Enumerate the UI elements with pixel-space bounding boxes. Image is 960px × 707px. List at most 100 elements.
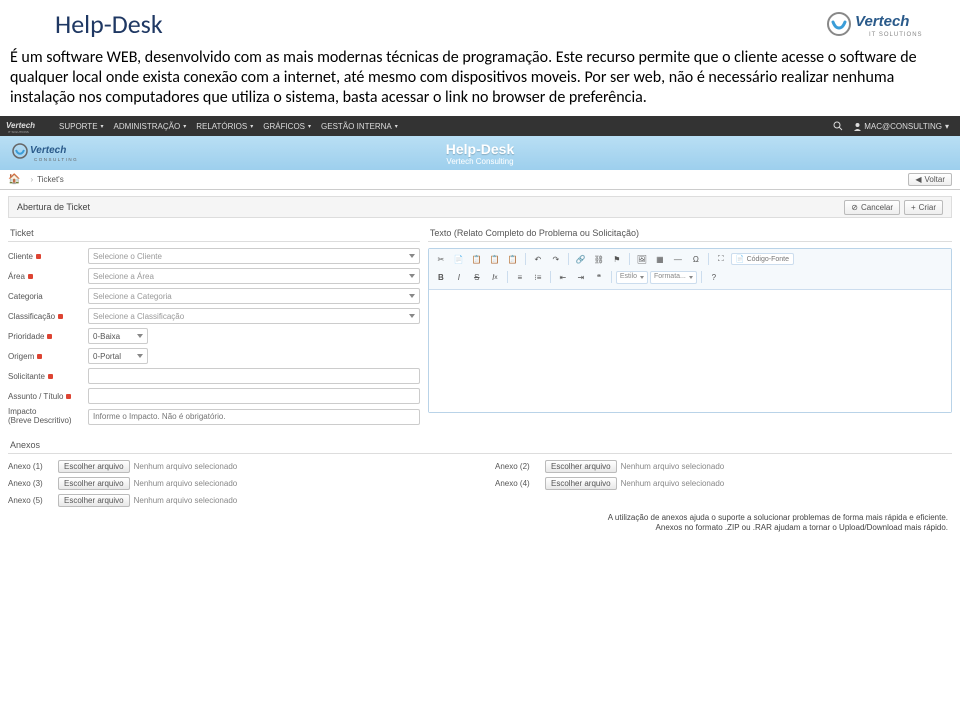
maximize-icon[interactable]: ⛶ bbox=[713, 252, 729, 266]
user-menu[interactable]: MAC@CONSULTING▾ bbox=[848, 122, 954, 131]
anexo-4-file-button[interactable]: Escolher arquivo bbox=[545, 477, 617, 490]
quote-icon[interactable]: ❝ bbox=[591, 270, 607, 284]
outdent-icon[interactable]: ⇤ bbox=[555, 270, 571, 284]
svg-text:Vertech: Vertech bbox=[6, 121, 35, 130]
anexo-3-label: Anexo (3) bbox=[8, 479, 58, 488]
required-icon bbox=[66, 394, 71, 399]
required-icon bbox=[47, 334, 52, 339]
voltar-button[interactable]: ◀Voltar bbox=[908, 173, 952, 186]
hr-icon[interactable]: — bbox=[670, 252, 686, 266]
prioridade-select[interactable]: 0-Baixa bbox=[88, 328, 148, 344]
indent-icon[interactable]: ⇥ bbox=[573, 270, 589, 284]
svg-text:IT SOLUTIONS: IT SOLUTIONS bbox=[8, 130, 29, 133]
required-icon bbox=[58, 314, 63, 319]
page-description: É um software WEB, desenvolvido com as m… bbox=[0, 44, 960, 116]
svg-text:CONSULTING: CONSULTING bbox=[34, 157, 78, 162]
anexo-2-status: Nenhum arquivo selecionado bbox=[621, 462, 725, 471]
criar-button[interactable]: +Criar bbox=[904, 200, 943, 215]
required-icon bbox=[36, 254, 41, 259]
editor-toolbar: ✂ 📄 📋 📋 📋 ↶ ↷ 🔗 ⛓ ⚑ 🖼 ▦ — Ω bbox=[429, 249, 951, 290]
anexo-1-file-button[interactable]: Escolher arquivo bbox=[58, 460, 130, 473]
table-icon[interactable]: ▦ bbox=[652, 252, 668, 266]
assunto-input[interactable] bbox=[88, 388, 420, 404]
anchor-icon[interactable]: ⚑ bbox=[609, 252, 625, 266]
impacto-input[interactable] bbox=[88, 409, 420, 425]
cut-icon[interactable]: ✂ bbox=[433, 252, 449, 266]
required-icon bbox=[28, 274, 33, 279]
anexo-5-label: Anexo (5) bbox=[8, 496, 58, 505]
app-banner: VertechCONSULTING Help-Desk Vertech Cons… bbox=[0, 136, 960, 170]
anexo-row-3: Anexo (3) Escolher arquivo Nenhum arquiv… bbox=[8, 477, 465, 490]
strike-icon[interactable]: S bbox=[469, 270, 485, 284]
editor-textarea[interactable] bbox=[429, 290, 951, 412]
remove-format-icon[interactable]: Ix bbox=[487, 270, 503, 284]
anexo-4-label: Anexo (4) bbox=[495, 479, 545, 488]
anexo-5-file-button[interactable]: Escolher arquivo bbox=[58, 494, 130, 507]
nav-graficos[interactable]: GRÁFICOS▾ bbox=[258, 116, 316, 136]
italic-icon[interactable]: I bbox=[451, 270, 467, 284]
required-icon bbox=[37, 354, 42, 359]
anexo-2-file-button[interactable]: Escolher arquivo bbox=[545, 460, 617, 473]
anexo-4-status: Nenhum arquivo selecionado bbox=[621, 479, 725, 488]
nav-administracao[interactable]: ADMINISTRAÇÃO▾ bbox=[109, 116, 192, 136]
classificacao-label: Classificação bbox=[8, 312, 88, 321]
paste-word-icon[interactable]: 📋 bbox=[505, 252, 521, 266]
categoria-label: Categoria bbox=[8, 292, 88, 301]
paste-text-icon[interactable]: 📋 bbox=[487, 252, 503, 266]
search-icon[interactable] bbox=[828, 121, 848, 131]
format-select[interactable]: Formata... bbox=[650, 271, 697, 284]
anexos-subhead: Anexos bbox=[8, 436, 952, 454]
categoria-select[interactable]: Selecione a Categoria bbox=[88, 288, 420, 304]
source-button[interactable]: 📄Código-Fonte bbox=[731, 253, 794, 265]
anexo-row-2: Anexo (2) Escolher arquivo Nenhum arquiv… bbox=[495, 460, 952, 473]
anexo-row-1: Anexo (1) Escolher arquivo Nenhum arquiv… bbox=[8, 460, 465, 473]
cliente-select[interactable]: Selecione o Cliente bbox=[88, 248, 420, 264]
anexo-row-4: Anexo (4) Escolher arquivo Nenhum arquiv… bbox=[495, 477, 952, 490]
area-select[interactable]: Selecione a Área bbox=[88, 268, 420, 284]
numbered-list-icon[interactable]: ≡ bbox=[512, 270, 528, 284]
banner-title: Help-Desk bbox=[446, 141, 514, 157]
svg-text:IT SOLUTIONS: IT SOLUTIONS bbox=[869, 32, 923, 38]
link-icon[interactable]: 🔗 bbox=[573, 252, 589, 266]
origem-select[interactable]: 0-Portal bbox=[88, 348, 148, 364]
anexo-3-file-button[interactable]: Escolher arquivo bbox=[58, 477, 130, 490]
svg-text:Vertech: Vertech bbox=[855, 13, 909, 30]
undo-icon[interactable]: ↶ bbox=[530, 252, 546, 266]
solicitante-label: Solicitante bbox=[8, 372, 88, 381]
anexos-note: A utilização de anexos ajuda o suporte a… bbox=[8, 513, 952, 534]
banner-subtitle: Vertech Consulting bbox=[446, 157, 513, 166]
assunto-label: Assunto / Título bbox=[8, 392, 88, 401]
texto-subhead: Texto (Relato Completo do Problema ou So… bbox=[428, 224, 952, 242]
vertech-logo: Vertech IT SOLUTIONS bbox=[825, 8, 935, 42]
image-icon[interactable]: 🖼 bbox=[634, 252, 650, 266]
copy-icon[interactable]: 📄 bbox=[451, 252, 467, 266]
crumb-tickets[interactable]: Ticket's bbox=[37, 175, 64, 184]
nav-relatorios[interactable]: RELATÓRIOS▾ bbox=[191, 116, 258, 136]
anexo-1-status: Nenhum arquivo selecionado bbox=[134, 462, 238, 471]
top-navigation: VertechIT SOLUTIONS SUPORTE▾ ADMINISTRAÇ… bbox=[0, 116, 960, 136]
anexo-row-5: Anexo (5) Escolher arquivo Nenhum arquiv… bbox=[8, 494, 465, 507]
nav-gestao-interna[interactable]: GESTÃO INTERNA▾ bbox=[316, 116, 403, 136]
unlink-icon[interactable]: ⛓ bbox=[591, 252, 607, 266]
bold-icon[interactable]: B bbox=[433, 270, 449, 284]
nav-logo: VertechIT SOLUTIONS bbox=[6, 119, 50, 133]
bullet-list-icon[interactable]: ⁝≡ bbox=[530, 270, 546, 284]
area-label: Área bbox=[8, 272, 88, 281]
required-icon bbox=[48, 374, 53, 379]
paste-icon[interactable]: 📋 bbox=[469, 252, 485, 266]
help-icon[interactable]: ? bbox=[706, 270, 722, 284]
redo-icon[interactable]: ↷ bbox=[548, 252, 564, 266]
impacto-label: Impacto(Breve Descritivo) bbox=[8, 408, 88, 426]
classificacao-select[interactable]: Selecione a Classificação bbox=[88, 308, 420, 324]
solicitante-input[interactable] bbox=[88, 368, 420, 384]
cancelar-button[interactable]: ⊘Cancelar bbox=[844, 200, 900, 215]
anexo-1-label: Anexo (1) bbox=[8, 462, 58, 471]
home-icon[interactable]: 🏠 bbox=[8, 174, 20, 185]
section-title: Abertura de Ticket bbox=[17, 202, 90, 212]
special-char-icon[interactable]: Ω bbox=[688, 252, 704, 266]
svg-text:Vertech: Vertech bbox=[30, 145, 66, 156]
style-select[interactable]: Estilo bbox=[616, 271, 648, 284]
nav-suporte[interactable]: SUPORTE▾ bbox=[54, 116, 109, 136]
breadcrumb: 🏠 › Ticket's ◀Voltar bbox=[0, 170, 960, 190]
banner-side-logo: VertechCONSULTING bbox=[10, 140, 80, 166]
